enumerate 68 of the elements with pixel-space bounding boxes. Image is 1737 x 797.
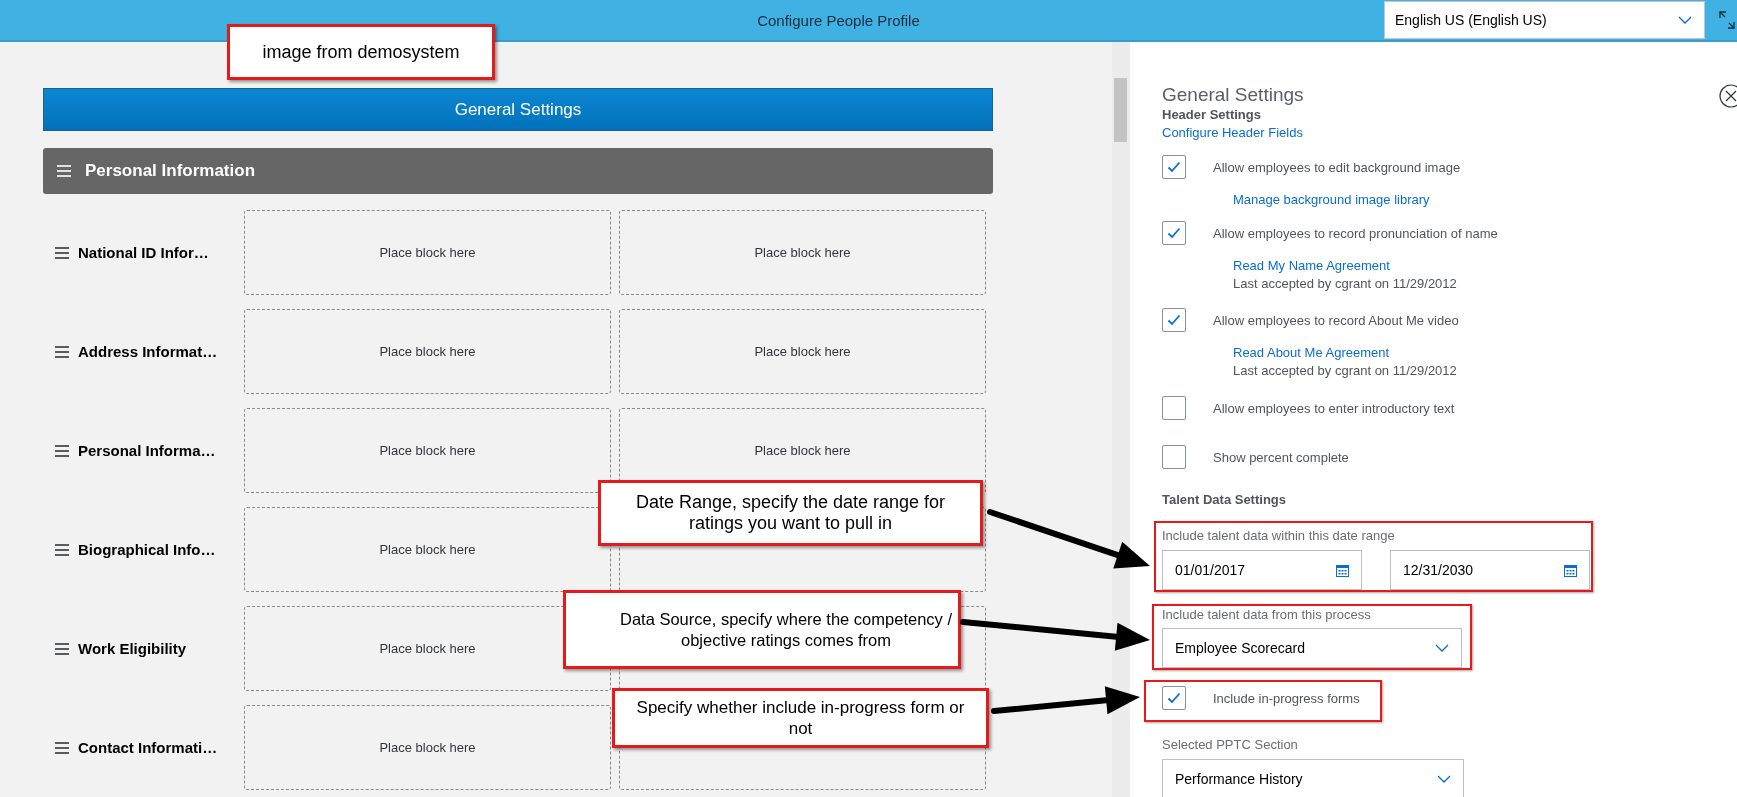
window-title: Configure People Profile: [757, 11, 920, 29]
date-field[interactable]: 01/01/2017: [1162, 550, 1362, 590]
checkbox[interactable]: [1162, 686, 1186, 710]
scrollbar-thumb[interactable]: [1114, 78, 1127, 142]
section-heading: Talent Data Settings: [1162, 491, 1287, 509]
checkbox[interactable]: [1162, 396, 1186, 420]
panel-title: General Settings: [1162, 84, 1304, 106]
checkbox[interactable]: [1162, 308, 1186, 332]
row-label: Contact Informati…: [78, 739, 218, 756]
row-label: Personal Informa…: [78, 442, 216, 459]
date-field[interactable]: 12/31/2030: [1390, 550, 1590, 590]
menu-icon[interactable]: [55, 741, 69, 754]
section-title: Personal Information: [85, 161, 256, 181]
checkbox[interactable]: [1162, 155, 1186, 179]
calendar-icon[interactable]: [1564, 563, 1577, 577]
option-label: Allow employees to edit background image: [1213, 159, 1461, 175]
menu-icon[interactable]: [55, 345, 69, 358]
drop-zone[interactable]: Place block here: [619, 210, 986, 295]
acceptance-note: Last accepted by cgrant on 11/29/2012: [1233, 362, 1457, 380]
drop-zone[interactable]: Place block here: [244, 705, 611, 790]
menu-icon[interactable]: [55, 444, 69, 457]
row-label: Address Informat…: [78, 343, 218, 360]
menu-icon[interactable]: [57, 165, 71, 177]
close-icon[interactable]: [1719, 84, 1737, 108]
configure-link[interactable]: Configure Header Fields: [1162, 124, 1303, 142]
agreement-link[interactable]: Manage background image library: [1233, 191, 1430, 209]
checkbox[interactable]: [1162, 445, 1186, 469]
expand-icon[interactable]: [1719, 11, 1735, 29]
menu-icon[interactable]: [55, 246, 69, 259]
language-dropdown[interactable]: English US (English US): [1384, 1, 1705, 39]
option-label: Allow employees to enter introductory text: [1213, 400, 1455, 416]
option-label: Allow employees to record About Me video: [1213, 312, 1459, 328]
callout-tooltip: image from demosystem: [227, 24, 495, 80]
callout-tooltip: Specify whether include in-progress form or not: [612, 688, 989, 748]
checkmark-icon: [1167, 161, 1181, 173]
option-label: Show percent complete: [1213, 449, 1349, 465]
checkmark-icon: [1167, 314, 1181, 326]
option-label: Allow employees to record pronunciation of name: [1213, 225, 1498, 241]
section-dropdown[interactable]: Performance History: [1162, 759, 1464, 797]
calendar-icon[interactable]: [1336, 563, 1349, 577]
row-label: National ID Infor…: [78, 244, 209, 261]
general-settings-button[interactable]: General Settings: [43, 88, 993, 131]
drop-zone[interactable]: Place block here: [244, 210, 611, 295]
callout-tooltip: Data Source, specify where the competency / objective ratings comes from: [563, 590, 961, 669]
row-label: Work Eligibility: [78, 640, 187, 657]
process-dropdown[interactable]: Employee Scorecard: [1162, 628, 1462, 668]
drop-zone[interactable]: Place block here: [244, 309, 611, 394]
acceptance-note: Last accepted by cgrant on 11/29/2012: [1233, 275, 1457, 293]
chevron-down-icon: [1437, 775, 1451, 783]
menu-icon[interactable]: [55, 642, 69, 655]
checkmark-icon: [1167, 227, 1181, 239]
menu-icon[interactable]: [55, 543, 69, 556]
agreement-link[interactable]: Read About Me Agreement: [1233, 344, 1390, 362]
scrollbar[interactable]: [1112, 42, 1130, 797]
checkmark-icon: [1167, 692, 1181, 704]
chevron-down-icon: [1678, 16, 1692, 24]
section-header[interactable]: Personal Information: [43, 148, 993, 194]
checkbox[interactable]: [1162, 221, 1186, 245]
drop-zone[interactable]: Place block here: [619, 309, 986, 394]
callout-tooltip: Date Range, specify the date range for ratings you want to pull in: [598, 480, 983, 546]
row-label: Biographical Info…: [78, 541, 216, 558]
section-heading: Header Settings: [1162, 106, 1262, 124]
field-label: Include talent data within this date range: [1162, 527, 1396, 545]
chevron-down-icon: [1435, 644, 1449, 652]
agreement-link[interactable]: Read My Name Agreement: [1233, 257, 1390, 275]
field-label: Include talent data from this process: [1162, 606, 1372, 624]
option-label: Include in-progress forms: [1213, 690, 1360, 706]
field-label: Selected PPTC Section: [1162, 736, 1299, 754]
